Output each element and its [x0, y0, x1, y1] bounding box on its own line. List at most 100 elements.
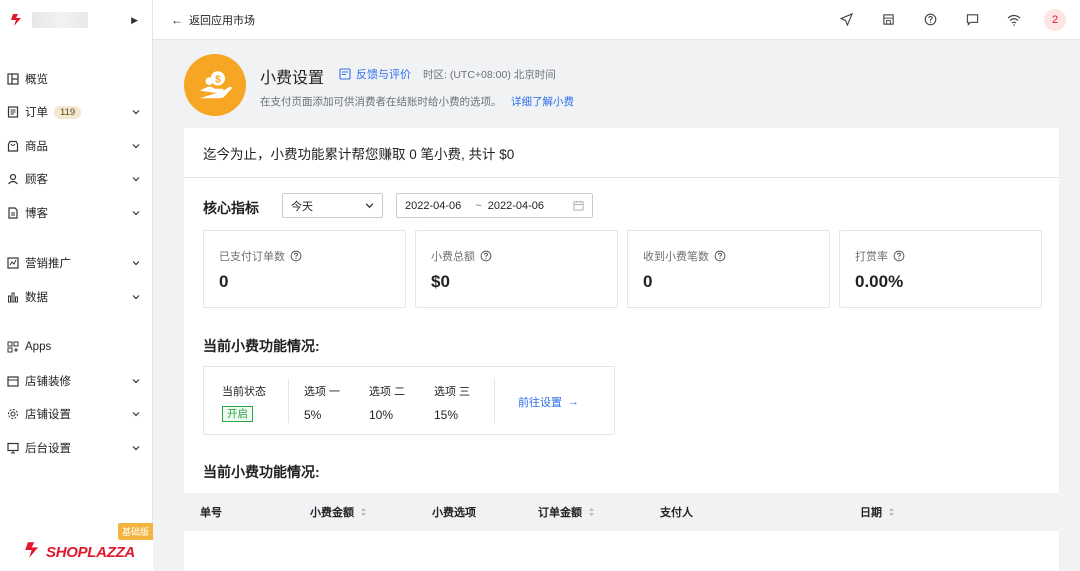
admin-settings-icon [7, 442, 19, 454]
arrow-left-icon: ← [171, 12, 183, 27]
store-switcher[interactable]: ▶ [0, 0, 152, 40]
page-title: 小费设置 [260, 70, 325, 87]
chevron-down-icon [365, 201, 374, 210]
metric-paid-orders: 已支付订单数 0 [203, 230, 406, 308]
chevron-down-icon [132, 293, 140, 301]
back-to-app-store-link[interactable]: ← 返回应用市场 [171, 12, 255, 28]
tip-table-title: 当前小费功能情况: [203, 464, 320, 480]
sidebar-item-orders[interactable]: 订单 119 [0, 96, 152, 130]
shoplazza-wordmark: SHOPLAZZA [24, 541, 135, 564]
column-order-amount[interactable]: 订单金额 [538, 504, 595, 520]
sidebar-item-label: 订单 [25, 107, 48, 120]
back-label: 返回应用市场 [189, 14, 255, 27]
column-label: 小费选项 [432, 507, 476, 519]
sidebar-item-label: 博客 [25, 207, 48, 220]
metric-value: $0 [431, 272, 450, 291]
customers-icon [7, 173, 19, 185]
sidebar-item-store-settings[interactable]: 店铺设置 [0, 398, 152, 432]
date-range-picker[interactable]: 2022-04-06 ~ 2022-04-06 [396, 193, 593, 218]
sidebar-item-blog[interactable]: 博客 [0, 196, 152, 230]
store-name-blurred [32, 12, 88, 28]
store-design-icon [7, 375, 19, 387]
help-circle-icon[interactable] [480, 250, 492, 262]
sidebar: ▶ 概览 订单 119 商品 顾客 博客 营销推广 数据 Apps 店铺装修 店… [0, 0, 153, 571]
caret-right-icon[interactable]: ▶ [131, 15, 138, 26]
option-value: 5% [304, 408, 322, 422]
store-icon[interactable] [880, 12, 896, 28]
column-label: 单号 [200, 507, 222, 519]
menu-gap [0, 230, 152, 247]
metric-label-wrap: 已支付订单数 [219, 248, 302, 264]
chevron-down-icon [132, 259, 140, 267]
sidebar-item-store-design[interactable]: 店铺装修 [0, 364, 152, 398]
sidebar-item-overview[interactable]: 概览 [0, 62, 152, 96]
marketing-icon [7, 257, 19, 269]
help-icon[interactable] [922, 12, 938, 28]
user-avatar[interactable]: 2 [1044, 8, 1066, 31]
sidebar-item-label: 店铺装修 [25, 375, 71, 388]
option-col-2: 选项 二 10% [369, 383, 405, 422]
column-payer: 支付人 [660, 504, 693, 520]
feedback-label: 反馈与评价 [356, 69, 411, 81]
period-select[interactable]: 今天 [282, 193, 383, 218]
sidebar-item-products[interactable]: 商品 [0, 129, 152, 163]
analytics-icon [7, 291, 19, 303]
store-settings-icon [7, 408, 19, 420]
sidebar-item-apps[interactable]: Apps [0, 331, 152, 365]
arrow-right-icon: → [568, 396, 579, 408]
sort-icon[interactable] [588, 507, 595, 517]
shoplazza-mark-icon [24, 541, 42, 564]
brand-name-text: SHOPLAZZA [46, 544, 135, 561]
metric-value: 0 [643, 272, 653, 291]
tips-card: 迄今为止，小费功能累计帮您赚取 0 笔小费, 共计 $0 核心指标 今天 202… [184, 128, 1059, 571]
option-label: 选项 二 [369, 386, 406, 398]
divider [288, 379, 289, 423]
help-circle-icon[interactable] [893, 250, 905, 262]
metric-tip-total: 小费总额 $0 [415, 230, 618, 308]
column-label: 日期 [860, 507, 882, 519]
feedback-link[interactable]: 反馈与评价 [339, 66, 411, 82]
brand-footer: 基础版 SHOPLAZZA [0, 523, 153, 571]
orders-count-badge: 119 [54, 105, 82, 119]
chevron-down-icon [132, 209, 140, 217]
date-end: 2022-04-06 [487, 199, 544, 212]
option-col-3: 选项 三 15% [434, 383, 470, 422]
help-circle-icon[interactable] [290, 250, 302, 262]
tips-table-body [184, 531, 1059, 571]
tips-app-icon: $ [184, 54, 246, 116]
core-metrics-title: 核心指标 [203, 200, 259, 216]
apps-icon [7, 341, 19, 353]
sidebar-item-customers[interactable]: 顾客 [0, 163, 152, 197]
help-circle-icon[interactable] [714, 250, 726, 262]
sort-icon[interactable] [888, 507, 895, 517]
sort-icon[interactable] [360, 507, 367, 517]
metric-label-wrap: 收到小费笔数 [643, 248, 726, 264]
metric-tip-count: 收到小费笔数 0 [627, 230, 830, 308]
feedback-icon [339, 68, 351, 80]
chat-icon[interactable] [964, 12, 980, 28]
metric-label: 小费总额 [431, 251, 475, 263]
option-col-1: 选项 一 5% [304, 383, 340, 422]
column-date[interactable]: 日期 [860, 504, 895, 520]
tips-table-header: 单号 小费金额 小费选项 订单金额 支付人 日期 [184, 493, 1059, 531]
sidebar-item-label: 店铺设置 [25, 409, 71, 422]
go-to-settings-label: 前往设置 [518, 397, 562, 409]
sidebar-item-admin-settings[interactable]: 后台设置 [0, 431, 152, 465]
column-tip-amount[interactable]: 小费金额 [310, 504, 367, 520]
wifi-icon[interactable] [1006, 12, 1022, 28]
option-label: 选项 一 [304, 386, 341, 398]
send-icon[interactable] [838, 12, 854, 28]
option-value: 10% [369, 408, 394, 422]
date-start: 2022-04-06 [405, 199, 462, 212]
sidebar-menu: 概览 订单 119 商品 顾客 博客 营销推广 数据 Apps 店铺装修 店铺设… [0, 62, 152, 465]
metric-value: 0.00% [855, 272, 904, 291]
chevron-down-icon [132, 108, 140, 116]
sidebar-item-label: 后台设置 [25, 442, 71, 455]
go-to-settings-link[interactable]: 前往设置 → [518, 394, 579, 410]
column-order-no: 单号 [200, 504, 222, 520]
sidebar-item-label: 顾客 [25, 174, 48, 187]
sidebar-item-analytics[interactable]: 数据 [0, 280, 152, 314]
metric-label-wrap: 小费总额 [431, 248, 492, 264]
learn-more-link[interactable]: 详细了解小费 [511, 94, 574, 109]
sidebar-item-marketing[interactable]: 营销推广 [0, 247, 152, 281]
